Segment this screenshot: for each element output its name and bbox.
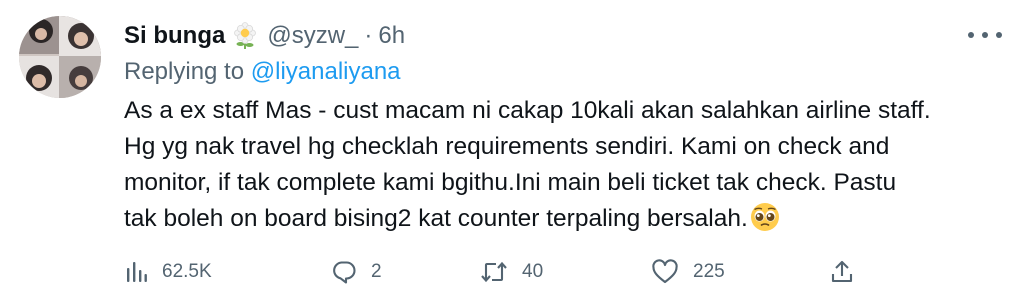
flower-emoji xyxy=(231,22,259,50)
tweet-text-line-last: tak boleh on board bising2 kat counter t… xyxy=(124,201,1004,237)
timestamp[interactable]: 6h xyxy=(378,22,405,50)
retweet-count: 40 xyxy=(522,261,544,282)
share-icon xyxy=(830,259,854,285)
share-button[interactable] xyxy=(830,254,854,290)
tweet-text-line: As a ex staff Mas - cust macam ni cakap … xyxy=(124,97,931,124)
avatar[interactable] xyxy=(19,16,101,98)
retweet-icon xyxy=(480,259,508,285)
tweet-text-line: tak boleh on board bising2 kat counter t… xyxy=(124,205,748,232)
reply-mention-link[interactable]: @liyanaliyana xyxy=(251,58,401,85)
tweet: Si bunga @syzw_ · 6h Replying to @liyana… xyxy=(0,0,1024,304)
tweet-header: Si bunga @syzw_ · 6h xyxy=(124,18,405,54)
reply-count: 2 xyxy=(371,261,382,282)
like-count: 225 xyxy=(693,261,725,282)
retweet-button[interactable]: 40 xyxy=(480,254,543,290)
reply-button[interactable]: 2 xyxy=(331,254,382,290)
tweet-text-line: Hg yg nak travel hg checklah requirement… xyxy=(124,133,890,160)
reply-icon xyxy=(331,259,357,285)
separator-dot: · xyxy=(364,22,373,49)
tweet-text-line: monitor, if tak complete kami bgithu.Ini… xyxy=(124,169,897,196)
pleading-face-emoji xyxy=(750,202,780,232)
more-icon[interactable] xyxy=(968,26,1002,44)
like-button[interactable]: 225 xyxy=(651,254,725,290)
reply-prefix: Replying to xyxy=(124,58,251,85)
analytics-icon xyxy=(124,260,148,284)
views-count: 62.5K xyxy=(162,261,212,282)
reply-context: Replying to @liyanaliyana xyxy=(124,58,401,86)
display-name[interactable]: Si bunga xyxy=(124,22,225,50)
tweet-text: As a ex staff Mas - cust macam ni cakap … xyxy=(124,93,1004,237)
views-button[interactable]: 62.5K xyxy=(124,254,212,290)
heart-icon xyxy=(651,259,679,285)
user-handle[interactable]: @syzw_ xyxy=(267,22,358,50)
